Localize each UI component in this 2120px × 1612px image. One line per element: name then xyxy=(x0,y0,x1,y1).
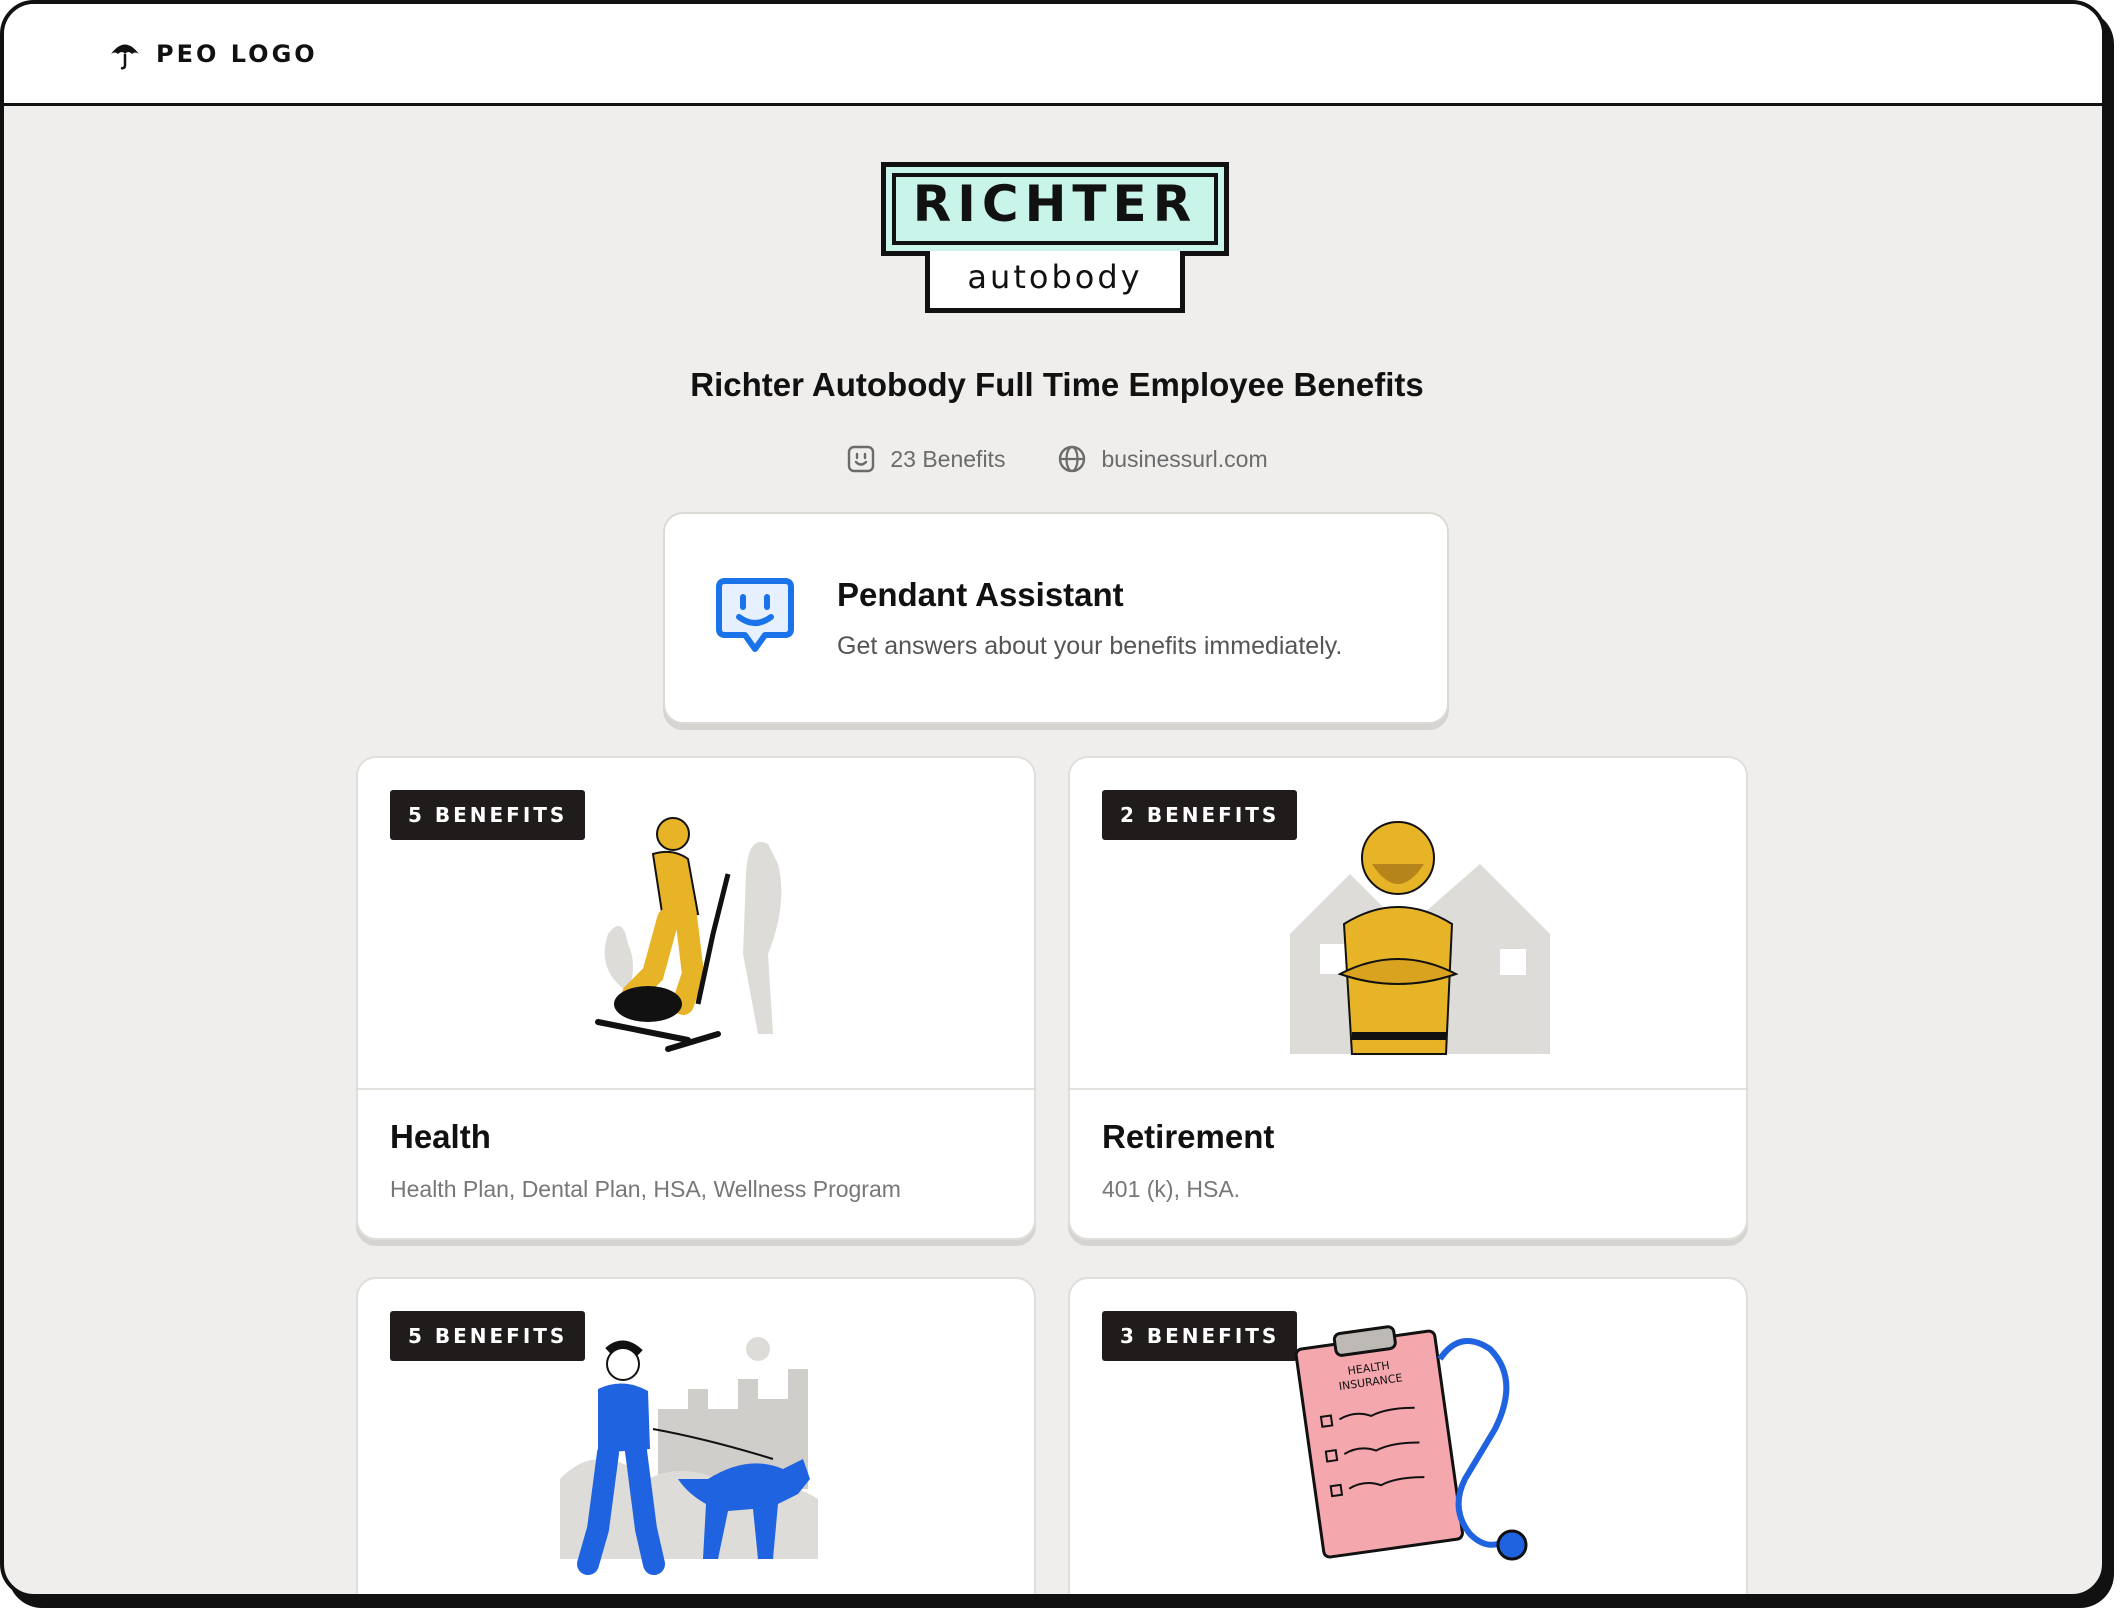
smiley-box-icon xyxy=(848,445,875,473)
website-link[interactable]: businessurl.com xyxy=(1057,444,1268,474)
card-title: Health xyxy=(390,1118,491,1155)
globe-icon xyxy=(1059,445,1086,473)
dog-walk-illustration: 5 BENEFITS xyxy=(358,1279,1034,1594)
umbrella-icon xyxy=(111,44,139,69)
browser-frame: PEO LOGO RICHTER autobody Richter Autobo… xyxy=(0,0,2106,1598)
retirement-illustration: 2 BENEFITS xyxy=(1070,758,1746,1090)
peo-logo-label: PEO LOGO xyxy=(156,39,318,68)
benefits-badge: 5 BENEFITS xyxy=(390,1311,586,1361)
benefits-badge: 2 BENEFITS xyxy=(1102,790,1298,840)
top-bar: PEO LOGO xyxy=(4,4,2102,106)
page-meta: 23 Benefits businessurl.com xyxy=(4,444,2102,474)
website-label: businessurl.com xyxy=(1101,445,1268,472)
page-title: Richter Autobody Full Time Employee Bene… xyxy=(690,366,1424,403)
health-illustration: 5 BENEFITS xyxy=(358,758,1034,1090)
assistant-description: Get answers about your benefits immediat… xyxy=(837,631,1343,660)
company-logo-sub: autobody xyxy=(967,257,1143,296)
benefit-card-3[interactable]: 5 BENEFITS xyxy=(356,1277,1036,1594)
benefits-badge: 5 BENEFITS xyxy=(390,790,586,840)
card-items: 401 (k), HSA. xyxy=(1102,1176,1241,1202)
peo-logo[interactable]: PEO LOGO xyxy=(108,37,318,71)
assistant-title: Pendant Assistant xyxy=(837,575,1124,613)
assistant-card[interactable]: Pendant Assistant Get answers about your… xyxy=(663,512,1449,724)
benefit-card-4[interactable]: 3 BENEFITS HEALTH INSURANCE xyxy=(1068,1277,1748,1594)
card-title: Retirement xyxy=(1102,1118,1275,1155)
assistant-chat-icon xyxy=(716,578,794,652)
health-insurance-illustration: 3 BENEFITS HEALTH INSURANCE xyxy=(1070,1279,1746,1594)
benefit-card-health[interactable]: 5 BENEFITS Health Health Plan, Dental Pl… xyxy=(356,756,1036,1240)
company-logo-name: RICHTER xyxy=(912,175,1198,233)
card-items: Health Plan, Dental Plan, HSA, Wellness … xyxy=(390,1176,901,1202)
benefits-count-label: 23 Benefits xyxy=(890,445,1006,472)
benefits-badge: 3 BENEFITS xyxy=(1102,1311,1298,1361)
company-logo: RICHTER autobody xyxy=(881,162,1229,313)
benefit-card-retirement[interactable]: 2 BENEFITS Retirement 401 (k), HSA. xyxy=(1068,756,1748,1240)
benefits-count: 23 Benefits xyxy=(846,444,1005,474)
